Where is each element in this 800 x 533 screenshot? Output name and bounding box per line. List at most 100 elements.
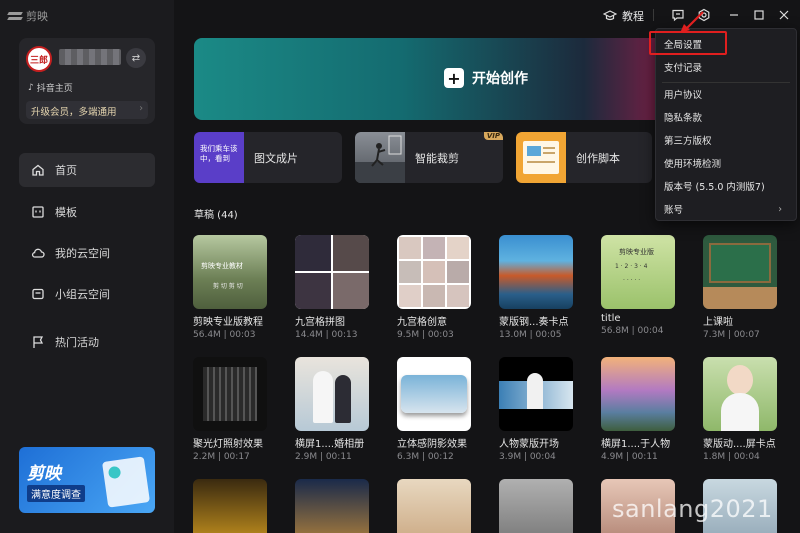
chevron-right-icon: ›: [139, 103, 143, 114]
menu-item-label: 账号: [664, 205, 684, 216]
draft-card[interactable]: 人物蒙版开场 3.9M | 00:04: [499, 357, 573, 462]
draft-thumbnail: [499, 235, 573, 309]
capcut-logo-icon: [8, 11, 22, 21]
draft-card[interactable]: 蒙版钢...奏卡点 13.0M | 00:05: [499, 235, 573, 340]
chevron-right-icon: ›: [778, 203, 782, 215]
app-title: 剪映: [8, 8, 48, 24]
vip-label: 升级会员，多端通用: [31, 107, 117, 118]
app-name: 剪映: [26, 10, 48, 23]
banner-subtitle: 满意度调查: [27, 485, 85, 502]
tutorial-button[interactable]: 教程: [603, 8, 644, 24]
start-creating-label: 开始创作: [472, 71, 528, 87]
draft-name: 人物蒙版开场: [499, 439, 559, 450]
flag-icon: [33, 336, 44, 348]
draft-card[interactable]: 横屏1....婚相册 2.9M | 00:11: [295, 357, 369, 462]
sidebar-item-template[interactable]: 模板: [19, 195, 155, 229]
feature-text-to-video[interactable]: 我们乘车该中，看到 图文成片: [194, 132, 342, 183]
avatar[interactable]: 三郎: [26, 46, 52, 72]
maximize-icon[interactable]: [752, 8, 766, 22]
profile-card: 三郎 ⇄ ♪ 抖音主页 升级会员，多端通用 ›: [19, 38, 155, 124]
tiktok-icon: ♪: [28, 82, 34, 93]
draft-thumbnail: [295, 479, 369, 533]
feature-label: 智能裁剪: [415, 152, 459, 165]
draft-card[interactable]: [499, 479, 573, 533]
draft-thumbnail: [703, 357, 777, 431]
draft-card[interactable]: 蒙版动....屏卡点 1.8M | 00:04: [703, 357, 777, 462]
draft-thumbnail: 剪映专业教材 剪 切 剪 切: [193, 235, 267, 309]
draft-thumbnail: [397, 357, 471, 431]
cloud-icon: [31, 248, 45, 258]
draft-name: 聚光灯照射效果: [193, 439, 263, 450]
start-creating-panel[interactable]: + 开始创作: [194, 38, 714, 120]
menu-item-environment-check[interactable]: 使用环境检测: [656, 152, 796, 174]
settings-menu: 全局设置 支付记录 用户协议 隐私条款 第三方版权 使用环境检测 版本号 (5.…: [655, 28, 797, 221]
draft-thumbnail: [703, 235, 777, 309]
draft-card[interactable]: 聚光灯照射效果 2.2M | 00:17: [193, 357, 267, 462]
draft-meta: 2.2M | 00:17: [193, 452, 250, 462]
plus-icon: +: [444, 68, 464, 88]
draft-card[interactable]: 上课啦 7.3M | 00:07: [703, 235, 777, 340]
draft-name: 立体感阴影效果: [397, 439, 467, 450]
draft-meta: 7.3M | 00:07: [703, 330, 760, 340]
draft-name: 剪映专业版教程: [193, 317, 263, 328]
drafts-title: 草稿 (44): [194, 210, 238, 221]
menu-item-account[interactable]: 账号 ›: [656, 198, 796, 220]
sidebar-item-label: 首页: [55, 164, 77, 177]
draft-card[interactable]: [397, 479, 471, 533]
draft-name: 上课啦: [703, 317, 733, 328]
draft-thumbnail: [397, 235, 471, 309]
draft-thumbnail: [193, 357, 267, 431]
draft-thumbnail: [295, 235, 369, 309]
sidebar-item-label: 热门活动: [55, 336, 99, 349]
draft-meta: 56.8M | 00:04: [601, 326, 664, 336]
watermark: sanlang2021: [612, 495, 773, 523]
thumb-text: 我们乘车该中，看到: [200, 144, 238, 163]
menu-item-third-party-copyright[interactable]: 第三方版权: [656, 129, 796, 151]
draft-thumbnail: [499, 357, 573, 431]
username-blurred: [59, 49, 121, 65]
feature-smart-crop[interactable]: 智能裁剪 VIP: [355, 132, 503, 183]
feature-thumbnail: [516, 132, 566, 183]
draft-card[interactable]: 立体感阴影效果 6.3M | 00:12: [397, 357, 471, 462]
sidebar: 三郎 ⇄ ♪ 抖音主页 升级会员，多端通用 › 首页 模板 我的云空间 小组云空…: [0, 0, 174, 533]
draft-card[interactable]: 剪映专业版 1 · 2 · 3 · 4 · · · · · title 56.8…: [601, 235, 675, 336]
survey-banner[interactable]: 剪映 满意度调查: [19, 447, 155, 513]
skater-image: [355, 135, 405, 183]
draft-card[interactable]: [193, 479, 267, 533]
banner-title: 剪映: [27, 464, 61, 484]
draft-thumbnail: [397, 479, 471, 533]
start-creating-button[interactable]: + 开始创作: [444, 68, 528, 88]
draft-thumbnail: [295, 357, 369, 431]
draft-card[interactable]: [295, 479, 369, 533]
draft-card[interactable]: 九宫格拼图 14.4M | 00:13: [295, 235, 369, 340]
switch-account-icon[interactable]: ⇄: [126, 48, 146, 68]
close-icon[interactable]: [777, 8, 791, 22]
draft-meta: 1.8M | 00:04: [703, 452, 760, 462]
sidebar-item-label: 小组云空间: [55, 288, 110, 301]
draft-card[interactable]: 横屏1....于人物 4.9M | 00:11: [601, 357, 675, 462]
menu-item-privacy-policy[interactable]: 隐私条款: [656, 106, 796, 128]
menu-item-user-agreement[interactable]: 用户协议: [656, 83, 796, 105]
draft-card[interactable]: 剪映专业教材 剪 切 剪 切 剪映专业版教程 56.4M | 00:03: [193, 235, 267, 340]
draft-card[interactable]: 九宫格创意 9.5M | 00:03: [397, 235, 471, 340]
menu-item-payment-records[interactable]: 支付记录: [656, 56, 796, 78]
minimize-icon[interactable]: [727, 8, 741, 22]
group-cloud-icon: [32, 288, 44, 300]
draft-meta: 3.9M | 00:04: [499, 452, 556, 462]
draft-thumbnail: 剪映专业版 1 · 2 · 3 · 4 · · · · ·: [601, 235, 675, 309]
draft-name: 横屏1....婚相册: [295, 439, 365, 450]
template-icon: [32, 206, 44, 218]
upgrade-vip-button[interactable]: 升级会员，多端通用 ›: [26, 101, 148, 119]
sidebar-item-home[interactable]: 首页: [19, 153, 155, 187]
draft-name: 九宫格创意: [397, 317, 447, 328]
draft-meta: 13.0M | 00:05: [499, 330, 562, 340]
sidebar-item-group-cloud[interactable]: 小组云空间: [19, 277, 155, 311]
draft-thumbnail: [601, 357, 675, 431]
sidebar-item-label: 模板: [55, 206, 77, 219]
feature-creation-script[interactable]: 创作脚本: [516, 132, 652, 183]
sidebar-item-hot-events[interactable]: 热门活动: [19, 325, 155, 359]
draft-meta: 9.5M | 00:03: [397, 330, 454, 340]
draft-meta: 4.9M | 00:11: [601, 452, 658, 462]
douyin-link[interactable]: ♪ 抖音主页: [28, 81, 73, 95]
sidebar-item-my-cloud[interactable]: 我的云空间: [19, 236, 155, 270]
